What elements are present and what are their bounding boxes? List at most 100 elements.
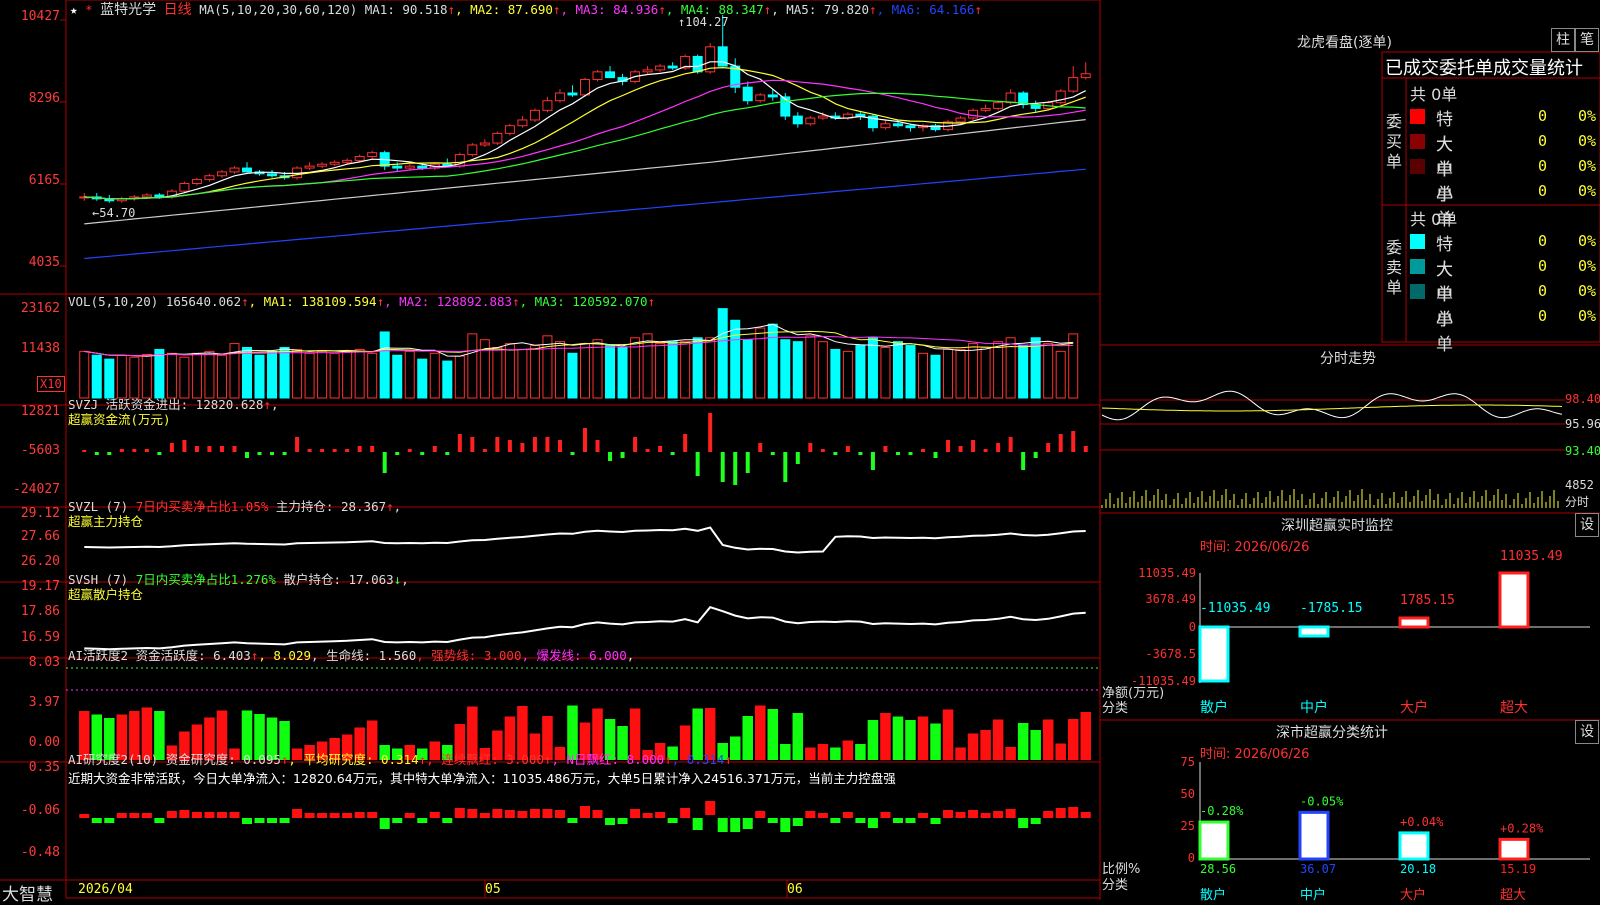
header-seg: , MA2: 128892.883 <box>384 294 513 309</box>
stats-cat: 超大 <box>1500 888 1527 903</box>
ai-activity-bars <box>66 667 1100 760</box>
volume-bar <box>830 348 841 399</box>
bar-mode-button[interactable]: 柱 <box>1551 28 1575 52</box>
order-pct: 0% <box>1578 182 1597 200</box>
svsh-polyline <box>84 606 1086 651</box>
ai2-bar <box>529 809 540 818</box>
candle-body <box>504 125 515 134</box>
ai2-bar <box>567 818 578 823</box>
monitor-value: 11035.49 <box>1500 549 1563 564</box>
ai2-header: AI研究度2(10) 资金研究度: 0.095 ↑ , 平均研究度: 0.314 ↑,… <box>68 752 732 767</box>
ai2-bar <box>404 813 415 818</box>
volume-bar <box>780 339 791 399</box>
stats-cat: 中户 <box>1300 888 1327 903</box>
ai2-bar <box>1055 808 1066 818</box>
ai2-bar <box>154 818 165 823</box>
volume-bar <box>191 352 202 399</box>
volume-bar <box>817 341 828 399</box>
svzj-bar <box>107 452 112 455</box>
ai2-bar <box>417 818 428 823</box>
stats-settings-button[interactable]: 设 <box>1575 720 1599 744</box>
svzl-line <box>84 526 1086 554</box>
y-main-2: 8296 <box>28 91 60 106</box>
y-svzl-1: 29.12 <box>20 506 60 521</box>
candle-body <box>204 175 215 181</box>
ai2-bar <box>780 818 791 832</box>
y-ai-2: 3.97 <box>28 695 60 710</box>
monitor-time: 时间: 2026/06/26 <box>1200 540 1310 555</box>
svzj-bar <box>1033 452 1038 458</box>
volume-bar <box>79 350 90 399</box>
svzj-bar <box>357 446 362 452</box>
svzj-bar <box>332 449 337 452</box>
ai2-bar <box>617 818 628 824</box>
svzj-bar <box>971 440 976 452</box>
candle-body <box>1080 73 1091 79</box>
ai-bar <box>805 747 816 760</box>
svzj-bar <box>996 443 1001 452</box>
stats-change: +0.28% <box>1500 821 1544 835</box>
y-svzj-2: -5603 <box>20 443 60 458</box>
svsh-line <box>84 606 1086 651</box>
ai-bar <box>1030 730 1041 760</box>
volume-bar <box>605 345 616 399</box>
candle-body <box>1068 77 1079 92</box>
volume-bar <box>204 350 215 399</box>
stats-xlabel: 分类 <box>1102 878 1129 893</box>
header-seg: , 平均研究度: 0.314 <box>288 752 419 767</box>
ai-bar <box>755 705 766 760</box>
header-seg: SVZL (7) <box>68 499 136 514</box>
svzj-bar <box>320 449 325 452</box>
ai-bar <box>792 713 804 760</box>
period-label[interactable]: 日线 <box>164 2 192 18</box>
header-seg: , 0.314 <box>671 752 725 767</box>
ai2-bar <box>254 818 265 823</box>
stats-ytick: 0 <box>1187 851 1195 865</box>
star-icon: ★ <box>70 2 78 17</box>
tick-mode-button[interactable]: 笔 <box>1575 28 1599 52</box>
ai2-bar <box>1018 818 1029 828</box>
monitor-bars: -11035.49 -1785.15 1785.15 11035.49 <box>1198 549 1590 683</box>
monitor-bar <box>1198 625 1230 683</box>
stats-value: 28.56 <box>1200 862 1236 876</box>
volume-bar <box>154 348 165 399</box>
stats-title: 深市超赢分类统计 <box>1276 725 1388 741</box>
candle-body <box>479 142 490 146</box>
ai2-bar <box>554 810 565 818</box>
candle-body <box>392 165 403 169</box>
volume-bars[interactable] <box>79 308 1079 399</box>
stock-name[interactable]: 蓝特光学 <box>100 2 156 18</box>
svzj-bar <box>420 452 425 455</box>
ai2-bar <box>855 818 866 823</box>
header-seg: 散户持仓: 17.063 <box>275 572 394 587</box>
candle-body <box>191 179 202 184</box>
ai-bar <box>892 716 904 760</box>
header-seg: AI活跃度2 资金活跃度: 6.403 <box>68 648 251 663</box>
intraday-chart[interactable] <box>1100 390 1565 508</box>
y-svzj-3: -24027 <box>13 482 60 497</box>
header-seg: ↑ <box>869 2 877 17</box>
volume-bar <box>567 352 578 399</box>
monitor-ytick: 0 <box>1188 620 1196 634</box>
ai-bar <box>767 709 779 760</box>
ai2-bar <box>191 812 202 818</box>
svzj-bar <box>670 452 675 455</box>
monitor-settings-button[interactable]: 设 <box>1575 513 1599 537</box>
svzj-header: SVZJ 活跃资金进出: 12820.628↑, <box>68 397 278 412</box>
ai2-bar <box>692 818 703 830</box>
svzj-bar <box>758 443 763 452</box>
svzj-bar <box>82 450 87 452</box>
volume-bar <box>454 355 465 399</box>
ai2-bar <box>492 809 503 818</box>
ai2-bar <box>892 818 903 823</box>
volume-bar <box>279 346 290 399</box>
star-small-icon: * <box>85 2 93 17</box>
order-count: 0 <box>1538 232 1548 250</box>
sell-side-label: 委卖单 <box>1386 238 1403 297</box>
header-seg: ↑ <box>447 2 456 17</box>
svzj-bar <box>457 434 462 452</box>
svzj-bar <box>795 452 800 464</box>
order-pct: 0% <box>1578 282 1597 300</box>
stats-change: -0.05% <box>1300 794 1344 808</box>
monitor-bar <box>1298 625 1330 638</box>
